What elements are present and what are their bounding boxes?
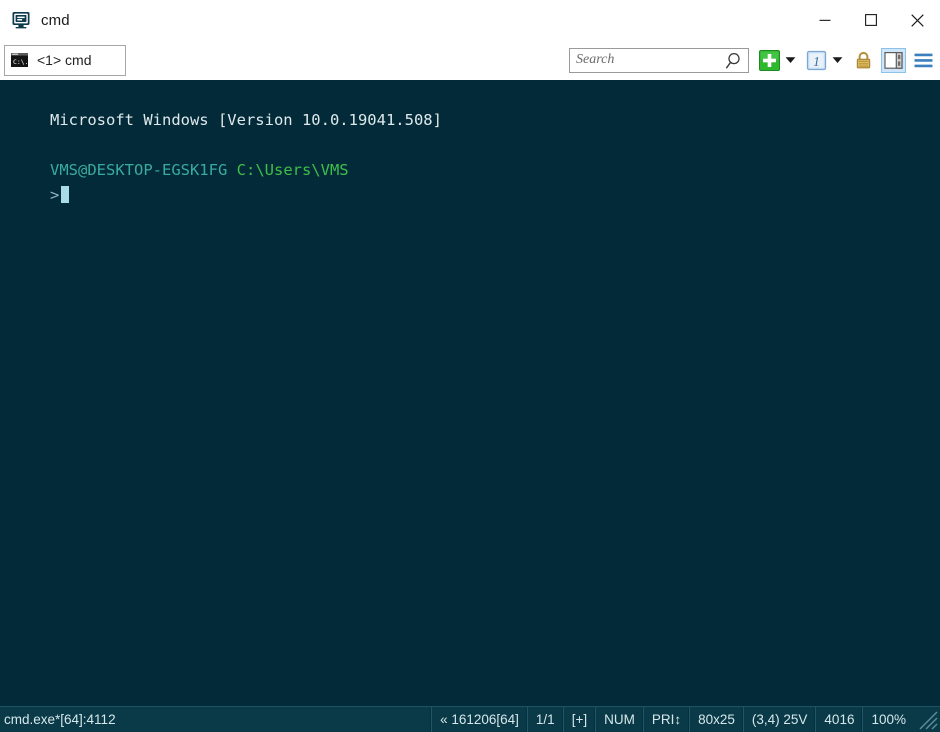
console-window-icon [12, 12, 30, 29]
close-button[interactable] [894, 0, 940, 40]
split-pane-button[interactable] [881, 47, 906, 73]
new-console-dropdown[interactable] [782, 48, 799, 73]
terminal-output[interactable]: Microsoft Windows [Version 10.0.19041.50… [0, 80, 940, 706]
minimize-icon [819, 19, 831, 21]
text-cursor [61, 186, 70, 203]
magnifier-icon[interactable] [724, 51, 746, 70]
tab-label: <1> cmd [37, 52, 92, 68]
minimize-button[interactable] [802, 0, 848, 40]
svg-text:C:\.: C:\. [13, 58, 28, 66]
status-bar: cmd.exe*[64]:4112 « 161206[64] 1/1 [+] N… [0, 706, 940, 732]
tab-toolbar-row: C:\. <1> cmd Search 1 [0, 40, 940, 80]
version-text: Microsoft Windows [Version 10.0.19041.50… [50, 111, 442, 129]
maximize-icon [865, 14, 877, 26]
window-controls [802, 0, 940, 40]
padlock-icon [856, 51, 871, 68]
svg-text:1: 1 [813, 54, 820, 69]
status-memory[interactable]: 4016 [815, 707, 862, 732]
terminal-line: Microsoft Windows [Version 10.0.19041.50… [0, 83, 940, 129]
status-scroll-state[interactable]: [+] [562, 707, 595, 732]
chevron-down-icon [785, 57, 796, 63]
resize-grip[interactable] [916, 708, 938, 730]
active-console-button[interactable]: 1 [804, 48, 829, 73]
numbered-window-1-icon: 1 [806, 50, 827, 70]
window-title: cmd [41, 11, 70, 29]
prompt-symbol: > [50, 186, 60, 204]
new-console-button[interactable] [757, 48, 782, 73]
tab-cmd-1[interactable]: C:\. <1> cmd [4, 44, 126, 76]
search-input[interactable] [570, 48, 724, 72]
menu-button[interactable] [911, 48, 936, 73]
prompt-path: C:\Users\VMS [236, 161, 349, 179]
prompt-user-host: VMS@DESKTOP-EGSK1FG [50, 161, 228, 179]
status-num-lock[interactable]: NUM [595, 707, 643, 732]
search-box[interactable] [569, 47, 749, 73]
chevron-down-icon [832, 57, 843, 63]
cmd-console-icon: C:\. [11, 53, 28, 67]
hamburger-menu-icon [914, 53, 933, 67]
terminal-line: VMS@DESKTOP-EGSK1FG C:\Users\VMS [0, 133, 940, 179]
lock-button[interactable] [851, 48, 876, 73]
status-zoom[interactable]: 100% [862, 707, 914, 732]
status-priority[interactable]: PRI↕ [642, 707, 689, 732]
close-icon [910, 13, 924, 27]
split-pane-icon [884, 51, 903, 69]
active-console-dropdown[interactable] [829, 48, 846, 73]
toolbar: 1 [569, 40, 936, 80]
green-plus-icon [759, 49, 780, 71]
status-buffer-size[interactable]: 80x25 [689, 707, 743, 732]
status-cursor-position[interactable]: (3,4) 25V [742, 707, 816, 732]
maximize-button[interactable] [848, 0, 894, 40]
title-bar[interactable]: cmd [0, 0, 940, 40]
status-build[interactable]: « 161206[64] [431, 707, 527, 732]
cmd-window: cmd C:\. <1> cmd Search 1 Microsoft Wind… [0, 0, 940, 732]
status-process[interactable]: cmd.exe*[64]:4112 [0, 707, 124, 732]
status-console-index[interactable]: 1/1 [526, 707, 563, 732]
